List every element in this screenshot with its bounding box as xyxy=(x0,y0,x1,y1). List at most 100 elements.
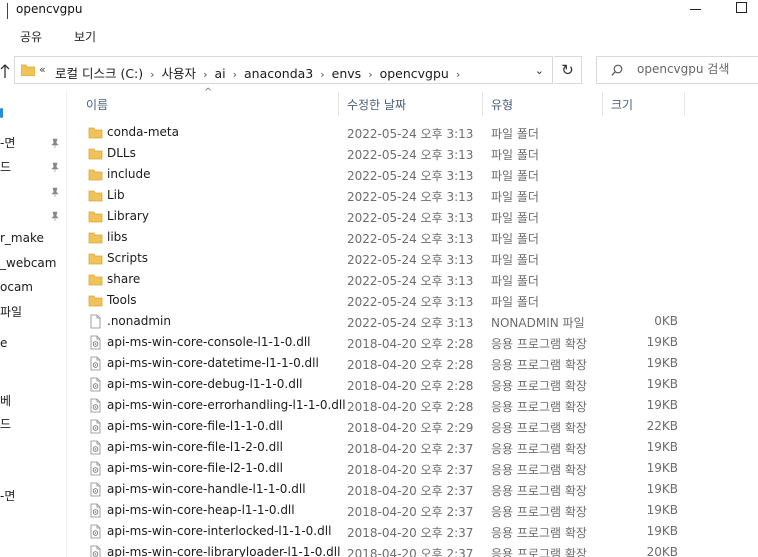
navigation-pane: -면 드 r_make _webcam ocam 파일 e 베 드 -면 xyxy=(0,90,67,557)
refresh-button[interactable]: ↻ xyxy=(554,56,582,84)
file-name[interactable]: Lib xyxy=(107,188,125,202)
file-row[interactable]: api-ms-win-core-errorhandling-l1-1-0.dll… xyxy=(66,395,758,416)
file-name[interactable]: api-ms-win-core-libraryloader-l1-1-0.dll xyxy=(107,545,340,557)
file-name[interactable]: api-ms-win-core-errorhandling-l1-1-0.dll xyxy=(107,398,346,412)
refresh-icon: ↻ xyxy=(561,61,574,79)
chevron-right-icon[interactable]: › xyxy=(150,68,154,81)
file-name[interactable]: api-ms-win-core-debug-l1-1-0.dll xyxy=(107,377,302,391)
column-divider[interactable] xyxy=(602,92,603,116)
dll-file-icon xyxy=(90,461,101,476)
search-icon xyxy=(611,64,623,76)
file-name[interactable]: api-ms-win-core-file-l1-2-0.dll xyxy=(107,440,283,454)
file-type: 응용 프로그램 확장 xyxy=(491,379,587,393)
address-bar[interactable]: « 로컬 디스크 (C:) › 사용자 › ai › anaconda3 › envs › open… xyxy=(14,56,553,84)
dll-file-icon xyxy=(90,440,101,455)
chevron-right-icon[interactable]: › xyxy=(320,68,324,81)
file-name[interactable]: Library xyxy=(107,209,149,223)
file-name[interactable]: share xyxy=(107,272,140,286)
file-name[interactable]: api-ms-win-core-handle-l1-1-0.dll xyxy=(107,482,306,496)
breadcrumb-item[interactable]: ai xyxy=(214,66,225,81)
minimize-button[interactable] xyxy=(690,9,701,10)
breadcrumb-item[interactable]: envs xyxy=(332,66,362,81)
address-row: « 로컬 디스크 (C:) › 사용자 › ai › anaconda3 › envs › open… xyxy=(0,54,758,88)
file-name[interactable]: Tools xyxy=(107,293,137,307)
breadcrumb-item[interactable]: 로컬 디스크 (C:) xyxy=(55,63,143,82)
nav-item[interactable]: _webcam xyxy=(0,256,56,270)
chevron-right-icon[interactable]: › xyxy=(456,68,460,81)
breadcrumb-item[interactable]: anaconda3 xyxy=(244,66,313,81)
file-name[interactable]: libs xyxy=(107,230,128,244)
file-name[interactable]: api-ms-win-core-file-l2-1-0.dll xyxy=(107,461,283,475)
file-row[interactable]: libs 2022-05-24 오후 3:13 파일 폴더 xyxy=(66,227,758,248)
dll-file-icon xyxy=(90,524,101,539)
file-row[interactable]: Library 2022-05-24 오후 3:13 파일 폴더 xyxy=(66,206,758,227)
file-row[interactable]: DLLs 2022-05-24 오후 3:13 파일 폴더 xyxy=(66,143,758,164)
nav-item[interactable]: e xyxy=(0,336,7,350)
folder-icon xyxy=(88,274,103,286)
nav-item[interactable]: r_make xyxy=(0,231,44,245)
file-row[interactable]: api-ms-win-core-file-l1-2-0.dll 2018-04-2… xyxy=(66,437,758,458)
column-name[interactable]: 이름 xyxy=(86,96,108,113)
nav-item[interactable]: -면 xyxy=(0,134,15,151)
file-name[interactable]: include xyxy=(107,167,150,181)
breadcrumb-item[interactable]: opencvgpu xyxy=(380,66,449,81)
file-row[interactable]: .nonadmin 2022-05-24 오후 3:13 NONADMIN 파일 0K… xyxy=(66,311,758,332)
maximize-button[interactable] xyxy=(736,2,747,13)
column-divider[interactable] xyxy=(338,92,339,116)
file-name[interactable]: api-ms-win-core-datetime-l1-1-0.dll xyxy=(107,356,319,370)
column-divider[interactable] xyxy=(684,92,685,116)
chevron-right-icon[interactable]: › xyxy=(368,68,372,81)
overflow-chevron-icon[interactable]: « xyxy=(39,63,46,76)
file-row[interactable]: api-ms-win-core-libraryloader-l1-1-0.dll… xyxy=(66,542,758,557)
file-row[interactable]: Lib 2022-05-24 오후 3:13 파일 폴더 xyxy=(66,185,758,206)
search-box[interactable] xyxy=(596,56,758,84)
column-size[interactable]: 크기 xyxy=(611,96,633,113)
file-row[interactable]: api-ms-win-core-interlocked-l1-1-0.dll 20… xyxy=(66,521,758,542)
nav-item[interactable]: -면 xyxy=(0,487,15,504)
file-row[interactable]: conda-meta 2022-05-24 오후 3:13 파일 폴더 xyxy=(66,122,758,143)
chevron-right-icon[interactable]: › xyxy=(233,68,237,81)
breadcrumb-item[interactable]: 사용자 xyxy=(162,63,197,82)
column-type[interactable]: 유형 xyxy=(491,96,513,113)
file-name[interactable]: .nonadmin xyxy=(107,314,171,328)
dll-file-icon xyxy=(90,398,101,413)
file-name[interactable]: api-ms-win-core-console-l1-1-0.dll xyxy=(107,335,311,349)
nav-item[interactable]: 베 xyxy=(0,392,11,409)
file-row[interactable]: api-ms-win-core-handle-l1-1-0.dll 2018-04… xyxy=(66,479,758,500)
file-row[interactable]: share 2022-05-24 오후 3:13 파일 폴더 xyxy=(66,269,758,290)
file-size: 19KB xyxy=(646,440,678,454)
chevron-down-icon[interactable]: ⌄ xyxy=(535,64,544,77)
file-name[interactable]: conda-meta xyxy=(107,125,179,139)
file-row[interactable]: Tools 2022-05-24 오후 3:13 파일 폴더 xyxy=(66,290,758,311)
tab-view[interactable]: 보기 xyxy=(74,28,96,45)
sort-ascending-icon: ^ xyxy=(204,87,213,98)
column-date[interactable]: 수정한 날짜 xyxy=(347,96,406,113)
file-row[interactable]: api-ms-win-core-datetime-l1-1-0.dll 2018-… xyxy=(66,353,758,374)
file-size: 19KB xyxy=(646,503,678,517)
file-name[interactable]: api-ms-win-core-heap-l1-1-0.dll xyxy=(107,503,295,517)
file-name[interactable]: Scripts xyxy=(107,251,148,265)
file-row[interactable]: include 2022-05-24 오후 3:13 파일 폴더 xyxy=(66,164,758,185)
nav-item[interactable]: 드 xyxy=(0,415,11,432)
file-row[interactable]: api-ms-win-core-file-l1-1-0.dll 2018-04-2… xyxy=(66,416,758,437)
nav-item[interactable]: 드 xyxy=(0,158,11,175)
window-title: opencvgpu xyxy=(16,2,83,16)
nav-item[interactable]: 파일 xyxy=(0,303,22,320)
pin-icon xyxy=(51,138,59,148)
file-name[interactable]: api-ms-win-core-interlocked-l1-1-0.dll xyxy=(107,524,331,538)
file-row[interactable]: api-ms-win-core-console-l1-1-0.dll 2018-0… xyxy=(66,332,758,353)
file-date: 2018-04-20 오후 2:37 xyxy=(347,526,474,540)
file-row[interactable]: api-ms-win-core-heap-l1-1-0.dll 2018-04-2… xyxy=(66,500,758,521)
file-row[interactable]: api-ms-win-core-debug-l1-1-0.dll 2018-04-… xyxy=(66,374,758,395)
file-type: 파일 폴더 xyxy=(491,211,539,225)
up-arrow-icon[interactable] xyxy=(0,63,10,79)
tab-share[interactable]: 공유 xyxy=(20,28,42,45)
file-row[interactable]: Scripts 2022-05-24 오후 3:13 파일 폴더 xyxy=(66,248,758,269)
file-name[interactable]: api-ms-win-core-file-l1-1-0.dll xyxy=(107,419,283,433)
search-input[interactable] xyxy=(637,62,755,76)
file-name[interactable]: DLLs xyxy=(107,146,136,160)
nav-item[interactable]: ocam xyxy=(0,280,33,294)
file-row[interactable]: api-ms-win-core-file-l2-1-0.dll 2018-04-2… xyxy=(66,458,758,479)
chevron-right-icon[interactable]: › xyxy=(203,68,207,81)
column-divider[interactable] xyxy=(482,92,483,116)
